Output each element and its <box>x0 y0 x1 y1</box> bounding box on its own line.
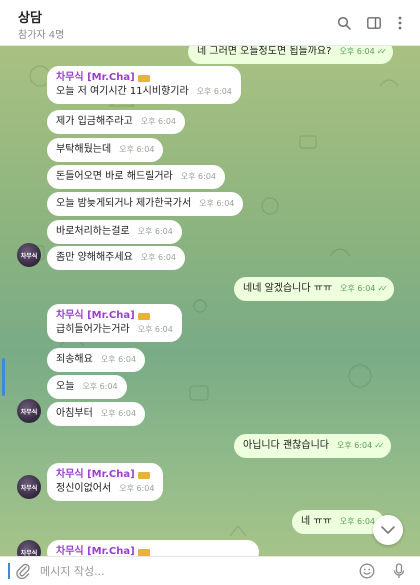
chat-title[interactable]: 상담 <box>18 7 42 26</box>
sender-avatar[interactable]: 차무식 <box>17 399 41 423</box>
unread-indicator <box>2 358 5 396</box>
message-time: 오후 6:04 <box>137 227 173 236</box>
message-list[interactable]: 네 그러면 오들정도면 됩들까요? 오후 6:04 ✓✓ 차무식 [Mr.Cha] … <box>0 46 420 556</box>
message-time: 오후 6:04 <box>196 87 232 96</box>
message-composer: 메시지 작성... <box>0 556 420 585</box>
message-time: 오후 6:04 <box>100 355 137 364</box>
incoming-message[interactable]: 제가 입금해주라고 오후 6:04 <box>47 110 186 134</box>
message-text: 네 그러면 오들정도면 됩들까요? <box>197 46 332 57</box>
badge-icon <box>137 74 150 82</box>
incoming-message[interactable]: 좀만 양해해주세요 오후 6:04 <box>47 246 186 270</box>
incoming-message[interactable]: 죄송해요 오후 6:04 <box>47 348 146 372</box>
sender-avatar[interactable]: 차무식 <box>17 243 41 267</box>
badge-icon <box>137 312 150 320</box>
emoji-icon[interactable] <box>358 562 376 580</box>
incoming-message[interactable]: 차무식 [Mr.Cha] 급히들어가는거라 오후 6:04 <box>47 304 182 342</box>
message-text: 오늘 저 여기시간 11시비향기라 <box>56 86 189 97</box>
message-time: 오후 6:04 <box>119 484 155 493</box>
read-check-icon: ✓✓ <box>377 284 388 293</box>
incoming-message[interactable]: 부탁해뒀는데 오후 6:04 <box>47 138 164 162</box>
sidebar-toggle-icon[interactable] <box>364 13 384 33</box>
participant-count[interactable]: 참가자 4명 <box>18 26 64 41</box>
message-text: 아닙니다 괜찮습니다 <box>243 440 329 451</box>
message-time: 오후 6:04 <box>140 117 177 126</box>
focus-indicator <box>8 563 10 579</box>
message-time: 오후 6:04 <box>199 199 235 208</box>
message-text: 부탁해뒀는데 <box>56 144 112 155</box>
sender-name[interactable]: 차무식 [Mr.Cha] <box>56 468 135 482</box>
message-text: 제가 입금해주라고 <box>56 116 133 127</box>
incoming-message[interactable]: 돈들어오면 바로 해드릴거라 오후 6:04 <box>47 165 225 189</box>
incoming-message[interactable]: 차무식 [Mr.Cha] 정신이없어서 오후 6:04 <box>47 463 164 501</box>
message-text: 바로처리하는걸로 <box>56 226 130 237</box>
message-text: 오늘 <box>56 381 75 392</box>
incoming-message[interactable]: 오늘 오후 6:04 <box>47 375 127 399</box>
sender-name[interactable]: 차무식 [Mr.Cha] <box>56 71 135 85</box>
chevron-down-icon <box>381 526 395 534</box>
message-text: 정신이없어서 <box>56 483 112 494</box>
message-text: 오늘 밤늦게되거나 제가한국가서 <box>56 198 192 209</box>
incoming-message[interactable]: 오늘 밤늦게되거나 제가한국가서 오후 6:04 <box>47 192 244 216</box>
message-time: 오후 6:04 <box>340 284 376 293</box>
message-time: 오후 6:04 <box>339 47 375 56</box>
message-time: 오후 6:04 <box>119 145 155 154</box>
incoming-message[interactable]: 차무식 [Mr.Cha] <box>47 540 259 556</box>
sender-name[interactable]: 차무식 [Mr.Cha] <box>56 545 135 556</box>
incoming-message[interactable]: 바로처리하는걸로 오후 6:04 <box>47 220 182 244</box>
badge-icon <box>137 471 150 479</box>
outgoing-message[interactable]: 아닙니다 괜찮습니다 오후 6:04 ✓✓ <box>234 434 391 458</box>
more-menu-icon[interactable] <box>390 13 410 33</box>
scroll-down-button[interactable] <box>373 515 403 545</box>
chat-header: 상담 참가자 4명 <box>0 0 420 46</box>
message-time: 오후 6:04 <box>140 253 177 262</box>
message-input[interactable]: 메시지 작성... <box>40 563 105 579</box>
message-time: 오후 6:04 <box>137 325 173 334</box>
message-text: 네 ㅠㅠ <box>301 516 332 527</box>
message-text: 죄송해요 <box>56 354 93 365</box>
message-text: 돈들어오면 바로 해드릴거라 <box>56 171 173 182</box>
read-check-icon: ✓✓ <box>374 441 385 450</box>
search-icon[interactable] <box>334 13 354 33</box>
message-time: 오후 6:04 <box>339 517 376 526</box>
message-time: 오후 6:04 <box>180 172 216 181</box>
message-text: 급히들어가는거라 <box>56 324 130 335</box>
outgoing-message[interactable]: 네네 알겠습니다 ㅠㅠ 오후 6:04 ✓✓ <box>234 277 394 301</box>
message-time: 오후 6:04 <box>100 409 137 418</box>
sender-avatar[interactable]: 차무식 <box>17 475 41 499</box>
message-text: 좀만 양해해주세요 <box>56 252 133 263</box>
read-check-icon: ✓✓ <box>376 47 388 56</box>
sender-name[interactable]: 차무식 [Mr.Cha] <box>56 309 135 323</box>
message-time: 오후 6:04 <box>82 382 118 391</box>
microphone-icon[interactable] <box>390 562 408 580</box>
attach-icon[interactable] <box>14 562 32 580</box>
outgoing-message[interactable]: 네 그러면 오들정도면 됩들까요? 오후 6:04 ✓✓ <box>188 46 394 64</box>
outgoing-message[interactable]: 네 ㅠㅠ 오후 6:04 <box>292 510 385 534</box>
incoming-message[interactable]: 차무식 [Mr.Cha] 오늘 저 여기시간 11시비향기라 오후 6:04 <box>47 66 241 104</box>
incoming-message[interactable]: 아침부터 오후 6:04 <box>47 402 146 426</box>
message-text: 네네 알겠습니다 ㅠㅠ <box>243 283 333 294</box>
message-time: 오후 6:04 <box>336 441 373 450</box>
message-text: 아침부터 <box>56 408 93 419</box>
badge-icon <box>137 548 150 556</box>
